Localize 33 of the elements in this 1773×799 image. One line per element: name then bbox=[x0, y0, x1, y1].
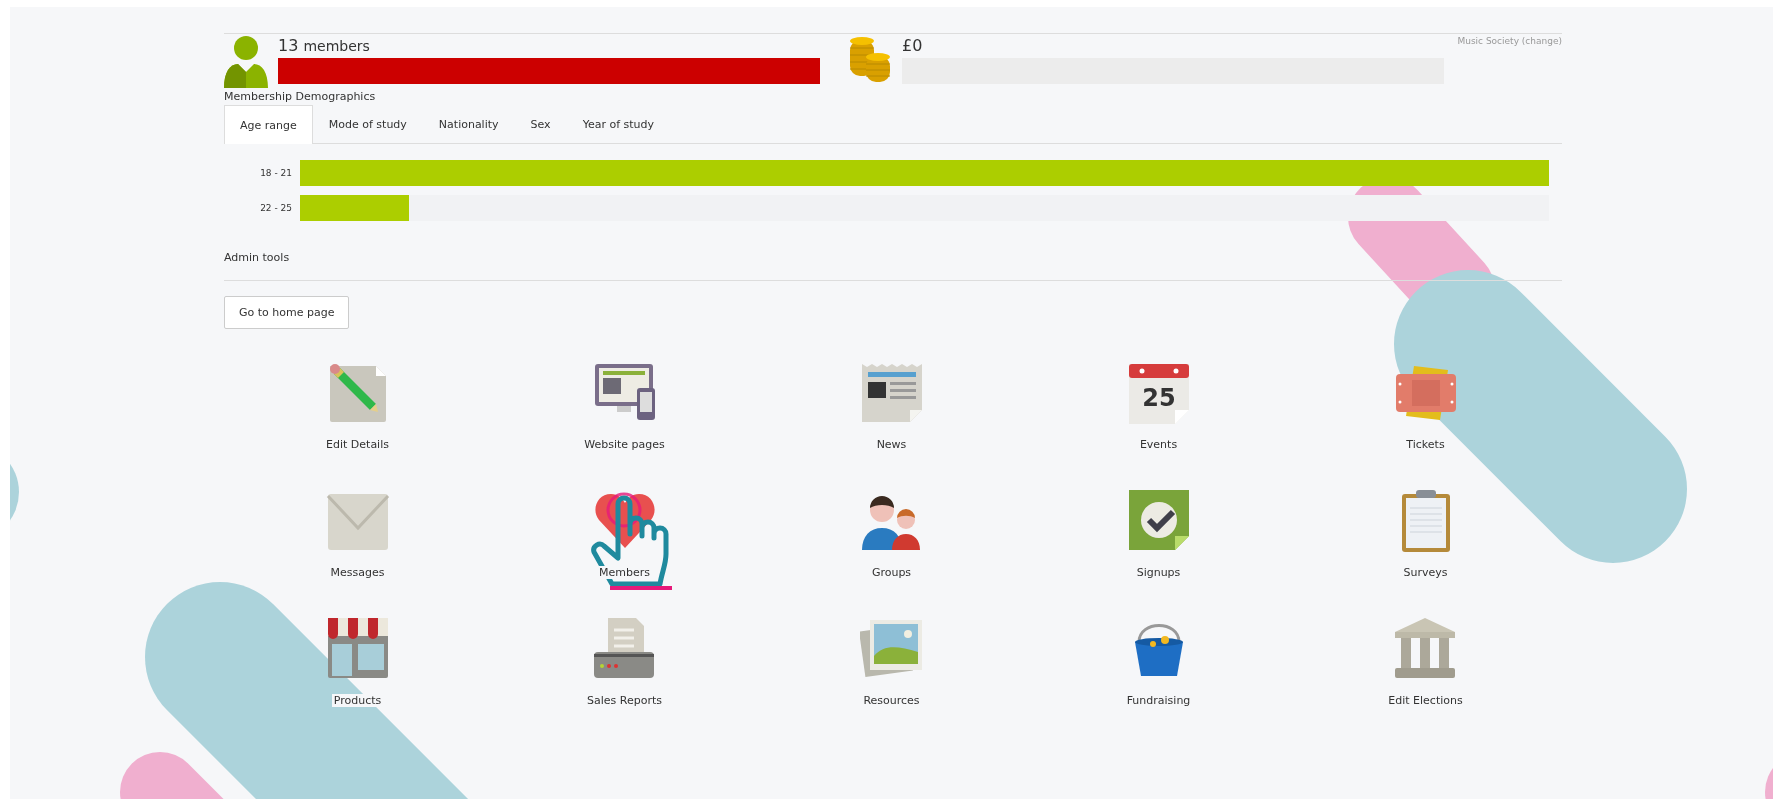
admin-tool-button[interactable]: Surveys bbox=[1393, 488, 1458, 579]
member-count: 13 members bbox=[278, 36, 370, 56]
admin-tool-button[interactable]: Products bbox=[325, 616, 390, 707]
checkmark-icon bbox=[1126, 488, 1191, 552]
home-page-button[interactable]: Go to home page bbox=[224, 296, 350, 329]
shop-front-icon bbox=[325, 616, 390, 680]
coins-icon bbox=[848, 36, 892, 84]
demographics-tab[interactable]: Nationality bbox=[422, 105, 515, 143]
printer-icon bbox=[592, 616, 657, 680]
admin-tool-button[interactable]: Fundraising bbox=[1124, 616, 1193, 707]
admin-tool-button[interactable]: News bbox=[859, 360, 924, 451]
society-name: Music Society bbox=[1457, 36, 1519, 46]
demographics-tab[interactable]: Mode of study bbox=[312, 105, 423, 143]
admin-tool-button[interactable]: Website pages bbox=[582, 360, 667, 451]
admin-tool-button[interactable]: Sales Reports bbox=[585, 616, 664, 707]
admin-tool-button[interactable]: Edit Elections bbox=[1386, 616, 1465, 707]
admin-tool-button[interactable]: Signups bbox=[1126, 488, 1191, 579]
age-range-label: 22 - 25 bbox=[259, 203, 292, 213]
age-range-label: 18 - 21 bbox=[259, 168, 292, 178]
person-icon bbox=[224, 36, 268, 88]
admin-tool-button[interactable]: Messages bbox=[325, 488, 390, 579]
demographics-tab[interactable]: Age range bbox=[224, 105, 313, 144]
columned-building-icon bbox=[1393, 616, 1458, 680]
admin-tool-button[interactable]: Edit Details bbox=[324, 360, 391, 451]
demographics-tab[interactable]: Sex bbox=[514, 105, 567, 143]
admin-tool-button[interactable]: Resources bbox=[859, 616, 924, 707]
admin-tool-button[interactable]: Groups bbox=[859, 488, 924, 579]
admin-tool-button[interactable]: Tickets bbox=[1393, 360, 1458, 451]
admin-tool-button[interactable]: 25 Events bbox=[1126, 360, 1191, 451]
funds-amount: £0 bbox=[902, 36, 923, 56]
demographics-tab[interactable]: Year of study bbox=[566, 105, 671, 143]
section-title: Admin tools bbox=[224, 251, 290, 264]
section-title: Membership Demographics bbox=[224, 90, 376, 103]
